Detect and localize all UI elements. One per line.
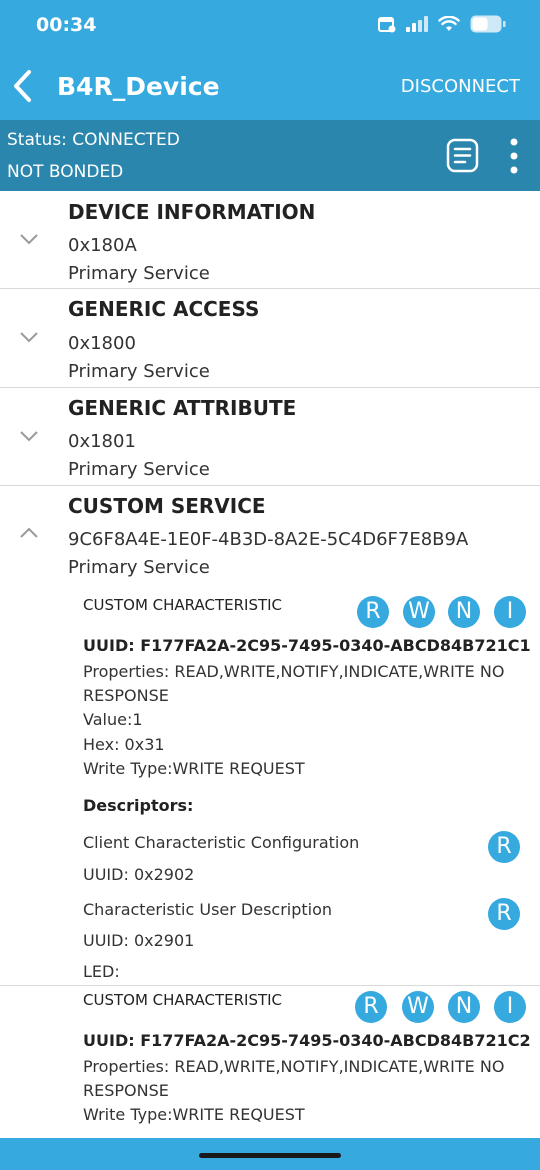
write-button[interactable]: W xyxy=(402,991,434,1023)
write-button[interactable]: W xyxy=(403,596,435,628)
service-type: Primary Service xyxy=(68,557,210,578)
device-title: B4R_Device xyxy=(57,72,220,101)
service-item[interactable]: DEVICE INFORMATION 0x180A Primary Servic… xyxy=(0,191,540,289)
services-list: DEVICE INFORMATION 0x180A Primary Servic… xyxy=(0,191,540,1138)
characteristic-name: CUSTOM CHARACTERISTIC xyxy=(83,991,283,1009)
descriptor-value: LED: xyxy=(83,962,120,981)
app-bar: B4R_Device DISCONNECT xyxy=(0,52,540,120)
descriptor-read-button[interactable]: R xyxy=(488,831,520,863)
service-item[interactable]: GENERIC ACCESS 0x1800 Primary Service xyxy=(0,289,540,388)
connection-bar: Status: CONNECTED NOT BONDED xyxy=(0,120,540,191)
read-button[interactable]: R xyxy=(357,596,389,628)
service-name: DEVICE INFORMATION xyxy=(68,200,316,224)
characteristic-uuid: UUID: F177FA2A-2C95-7495-0340-ABCD84B721… xyxy=(83,636,531,655)
service-item[interactable]: GENERIC ATTRIBUTE 0x1801 Primary Service xyxy=(0,388,540,486)
signal-icon xyxy=(406,16,428,32)
service-uuid: 0x180A xyxy=(68,235,137,256)
divider xyxy=(0,985,540,986)
service-name: GENERIC ATTRIBUTE xyxy=(68,396,297,420)
chevron-down-icon[interactable] xyxy=(19,331,39,343)
service-type: Primary Service xyxy=(68,263,210,284)
back-arrow-icon[interactable] xyxy=(10,68,38,104)
indicate-button[interactable]: I xyxy=(494,991,526,1023)
wifi-icon xyxy=(438,16,460,31)
descriptor-uuid: UUID: 0x2901 xyxy=(83,931,195,950)
chevron-down-icon[interactable] xyxy=(19,430,39,442)
characteristic-write-type: Write Type:WRITE REQUEST xyxy=(83,759,305,778)
system-icons xyxy=(378,15,506,33)
descriptor-name: Client Characteristic Configuration xyxy=(83,833,360,852)
notify-button[interactable]: N xyxy=(448,991,480,1023)
service-name: GENERIC ACCESS xyxy=(68,297,260,321)
descriptor-read-button[interactable]: R xyxy=(488,898,520,930)
characteristic-uuid: UUID: F177FA2A-2C95-7495-0340-ABCD84B721… xyxy=(83,1031,531,1050)
indicate-button[interactable]: I xyxy=(494,596,526,628)
status-bar: 00:34 xyxy=(0,0,540,52)
descriptor-name: Characteristic User Description xyxy=(83,900,333,919)
service-uuid: 9C6F8A4E-1E0F-4B3D-8A2E-5C4D6F7E8B9A xyxy=(68,529,469,550)
log-icon[interactable] xyxy=(446,138,479,173)
service-uuid: 0x1800 xyxy=(68,333,136,354)
characteristic-name: CUSTOM CHARACTERISTIC xyxy=(83,596,283,614)
characteristic-write-type: Write Type:WRITE REQUEST xyxy=(83,1105,305,1124)
notify-button[interactable]: N xyxy=(448,596,480,628)
service-item-expanded[interactable]: CUSTOM SERVICE 9C6F8A4E-1E0F-4B3D-8A2E-5… xyxy=(0,486,540,1138)
characteristic-properties: Properties: READ,WRITE,NOTIFY,INDICATE,W… xyxy=(83,662,505,681)
characteristic-value: Value:1 xyxy=(83,710,143,729)
characteristic-properties-cont: RESPONSE xyxy=(83,1081,169,1100)
chevron-down-icon[interactable] xyxy=(19,233,39,245)
clock: 00:34 xyxy=(36,14,97,36)
characteristic-hex: Hex: 0x31 xyxy=(83,735,165,754)
more-vert-icon[interactable] xyxy=(506,138,522,174)
calendar-icon xyxy=(378,17,396,33)
battery-icon xyxy=(470,15,506,33)
home-indicator[interactable] xyxy=(199,1153,341,1158)
navigation-bar xyxy=(0,1138,540,1170)
service-type: Primary Service xyxy=(68,459,210,480)
connection-status: Status: CONNECTED xyxy=(7,130,180,150)
disconnect-button[interactable]: DISCONNECT xyxy=(401,76,520,97)
chevron-up-icon[interactable] xyxy=(19,527,39,539)
characteristic-properties-cont: RESPONSE xyxy=(83,686,169,705)
characteristic-properties: Properties: READ,WRITE,NOTIFY,INDICATE,W… xyxy=(83,1057,505,1076)
service-name: CUSTOM SERVICE xyxy=(68,494,266,518)
bond-status: NOT BONDED xyxy=(7,162,124,182)
descriptor-uuid: UUID: 0x2902 xyxy=(83,865,195,884)
service-type: Primary Service xyxy=(68,361,210,382)
descriptors-heading: Descriptors: xyxy=(83,796,194,815)
read-button[interactable]: R xyxy=(355,991,387,1023)
service-uuid: 0x1801 xyxy=(68,431,136,452)
